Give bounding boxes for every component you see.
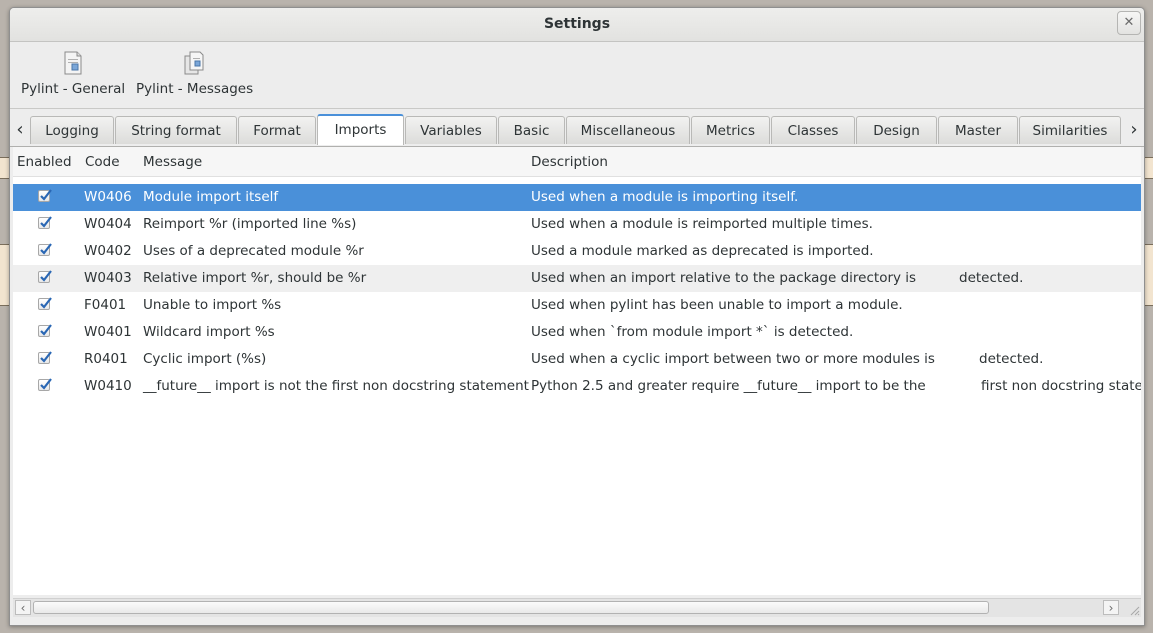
column-header-enabled[interactable]: Enabled [17, 154, 72, 170]
check-icon [40, 270, 52, 282]
tab-classes[interactable]: Classes [771, 116, 855, 144]
check-icon [40, 378, 52, 390]
message-cell: Reimport %r (imported line %s) [143, 216, 357, 232]
description-cell: Python 2.5 and greater require __future_… [531, 378, 926, 394]
check-icon [40, 189, 52, 201]
check-icon [40, 324, 52, 336]
toolbar-item-label: Pylint - General [21, 81, 126, 97]
message-cell: Module import itself [143, 189, 279, 205]
code-cell: F0401 [84, 297, 127, 313]
scroll-right-button[interactable]: › [1103, 600, 1119, 615]
chevron-right-icon: › [1130, 119, 1138, 140]
table-row[interactable]: W0403 Relative import %r, should be %r Use… [13, 265, 1141, 292]
enabled-checkbox[interactable] [38, 324, 52, 337]
table-row[interactable]: W0401 Wildcard import %s Used when `from m… [13, 319, 1141, 346]
messages-table: Enabled Code Message Description W0406 Mo… [13, 147, 1141, 595]
enabled-checkbox[interactable] [38, 351, 52, 364]
table-row[interactable]: R0401 Cyclic import (%s) Used when a cycli… [13, 346, 1141, 373]
table-row[interactable]: W0404 Reimport %r (imported line %s) Used … [13, 211, 1141, 238]
chevron-left-icon: ‹ [16, 119, 24, 140]
scrollbar-thumb[interactable] [33, 601, 989, 614]
tab-scroll-right-button[interactable]: › [1126, 119, 1142, 141]
horizontal-scrollbar[interactable]: ‹ › [13, 598, 1141, 617]
description-cell: Used a module marked as deprecated is im… [531, 243, 874, 259]
document-icon [60, 50, 86, 76]
description-cell: Used when pylint has been unable to impo… [531, 297, 903, 313]
window-title: Settings [543, 16, 611, 32]
toolbar-item-pylint-general[interactable]: Pylint - General [21, 50, 125, 97]
table-header: Enabled Code Message Description [13, 147, 1141, 177]
tab-scroll-left-button[interactable]: ‹ [12, 119, 28, 141]
tab-basic[interactable]: Basic [498, 116, 565, 144]
tab-logging[interactable]: Logging [30, 116, 114, 144]
tab-design[interactable]: Design [856, 116, 937, 144]
message-cell: Unable to import %s [143, 297, 282, 313]
message-cell: Cyclic import (%s) [143, 351, 267, 367]
tab-bar: ‹ Logging String format Format Imports V… [10, 113, 1144, 147]
title-bar: Settings ✕ [10, 8, 1144, 42]
tab-imports[interactable]: Imports [317, 114, 404, 145]
page-toolbar: Pylint - General Pylint - Messages [10, 42, 1144, 109]
resize-grip-icon[interactable] [1128, 604, 1140, 616]
close-icon: ✕ [1123, 15, 1135, 30]
toolbar-item-pylint-messages[interactable]: Pylint - Messages [136, 50, 253, 97]
enabled-checkbox[interactable] [38, 243, 52, 256]
description-cell: Used when `from module import *` is dete… [531, 324, 854, 340]
chevron-left-icon: ‹ [20, 601, 26, 615]
scroll-left-button[interactable]: ‹ [15, 600, 31, 615]
code-cell: W0401 [84, 324, 132, 340]
code-cell: W0403 [84, 270, 132, 286]
column-header-description[interactable]: Description [531, 154, 608, 170]
description-cell: Used when a module is reimported multipl… [531, 216, 873, 232]
code-cell: R0401 [84, 351, 128, 367]
enabled-checkbox[interactable] [38, 216, 52, 229]
enabled-checkbox[interactable] [38, 270, 52, 283]
code-cell: W0406 [84, 189, 132, 205]
description-cell: Used when an import relative to the pack… [531, 270, 917, 286]
description-tail-cell: detected. [959, 270, 1024, 286]
tab-format[interactable]: Format [238, 116, 316, 144]
description-tail-cell: detected. [979, 351, 1044, 367]
description-tail-cell: first non docstring statement [981, 378, 1141, 394]
tab-miscellaneous[interactable]: Miscellaneous [566, 116, 690, 144]
description-cell: Used when a module is importing itself. [531, 189, 799, 205]
table-row[interactable]: W0406 Module import itself Used when a mod… [13, 184, 1141, 211]
tab-variables[interactable]: Variables [405, 116, 497, 144]
tab-similarities[interactable]: Similarities [1019, 116, 1121, 144]
table-row[interactable]: W0402 Uses of a deprecated module %r Used … [13, 238, 1141, 265]
message-cell: Wildcard import %s [143, 324, 275, 340]
table-row[interactable]: W0410 __future__ import is not the first … [13, 373, 1141, 400]
check-icon [40, 297, 52, 309]
message-cell: Relative import %r, should be %r [143, 270, 367, 286]
code-cell: W0404 [84, 216, 132, 232]
check-icon [40, 351, 52, 363]
documents-icon [182, 50, 208, 76]
settings-dialog: Settings ✕ Pylint - General Pylint - Mes… [9, 7, 1145, 626]
chevron-right-icon: › [1108, 601, 1114, 615]
tab-master[interactable]: Master [938, 116, 1018, 144]
enabled-checkbox[interactable] [38, 378, 52, 391]
close-button[interactable]: ✕ [1117, 11, 1141, 35]
description-cell: Used when a cyclic import between two or… [531, 351, 935, 367]
toolbar-item-label: Pylint - Messages [136, 81, 254, 97]
code-cell: W0410 [84, 378, 132, 394]
enabled-checkbox[interactable] [38, 297, 52, 310]
check-icon [40, 216, 52, 228]
code-cell: W0402 [84, 243, 132, 259]
column-header-message[interactable]: Message [143, 154, 202, 170]
check-icon [40, 243, 52, 255]
message-cell: Uses of a deprecated module %r [143, 243, 364, 259]
enabled-checkbox[interactable] [38, 189, 52, 202]
message-cell: __future__ import is not the first non d… [143, 378, 529, 394]
table-row[interactable]: F0401 Unable to import %s Used when pylint… [13, 292, 1141, 319]
tab-metrics[interactable]: Metrics [691, 116, 770, 144]
column-header-code[interactable]: Code [85, 154, 120, 170]
tab-string-format[interactable]: String format [115, 116, 237, 144]
